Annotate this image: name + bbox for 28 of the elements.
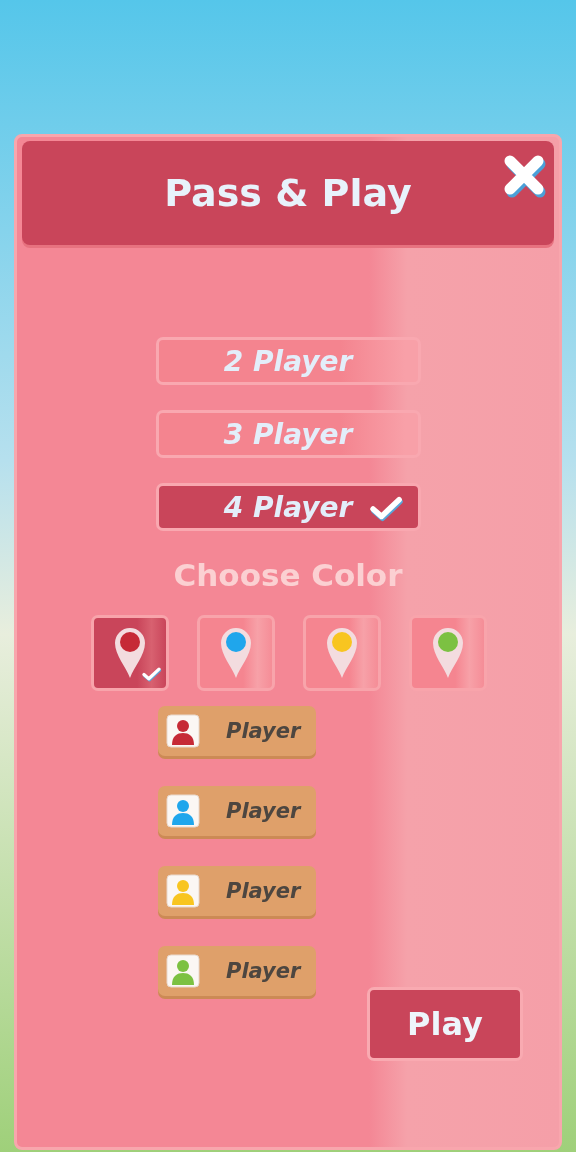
player-name-tag[interactable]: Player — [158, 866, 316, 916]
check-icon — [369, 496, 404, 522]
color-option[interactable] — [91, 615, 169, 691]
avatar-icon — [166, 874, 200, 908]
player-name: Player — [226, 879, 301, 903]
player-name: Player — [226, 719, 301, 743]
section-heading: Choose Color — [172, 557, 404, 593]
player-name-tag[interactable]: Player — [158, 786, 316, 836]
player-name-tag[interactable]: Player — [158, 706, 316, 756]
player-count-button[interactable]: 4 Player — [155, 483, 421, 531]
player-name: Player — [226, 799, 301, 823]
dialog-title: Pass & Play — [164, 171, 412, 215]
color-option[interactable] — [409, 615, 487, 691]
avatar-icon — [166, 714, 200, 748]
map-pin-icon — [114, 627, 146, 679]
avatar-icon — [166, 794, 200, 828]
player-name-tag[interactable]: Player — [158, 946, 316, 996]
check-icon — [142, 667, 162, 682]
player-name: Player — [226, 959, 301, 983]
color-option[interactable] — [303, 615, 381, 691]
map-pin-icon — [432, 627, 464, 679]
play-button[interactable]: Play — [367, 987, 523, 1061]
map-pin-icon — [220, 627, 252, 679]
map-pin-icon — [326, 627, 358, 679]
player-count-button[interactable]: 2 Player — [155, 337, 421, 385]
avatar-icon — [166, 954, 200, 988]
color-option[interactable] — [197, 615, 275, 691]
player-count-button[interactable]: 3 Player — [155, 410, 421, 458]
